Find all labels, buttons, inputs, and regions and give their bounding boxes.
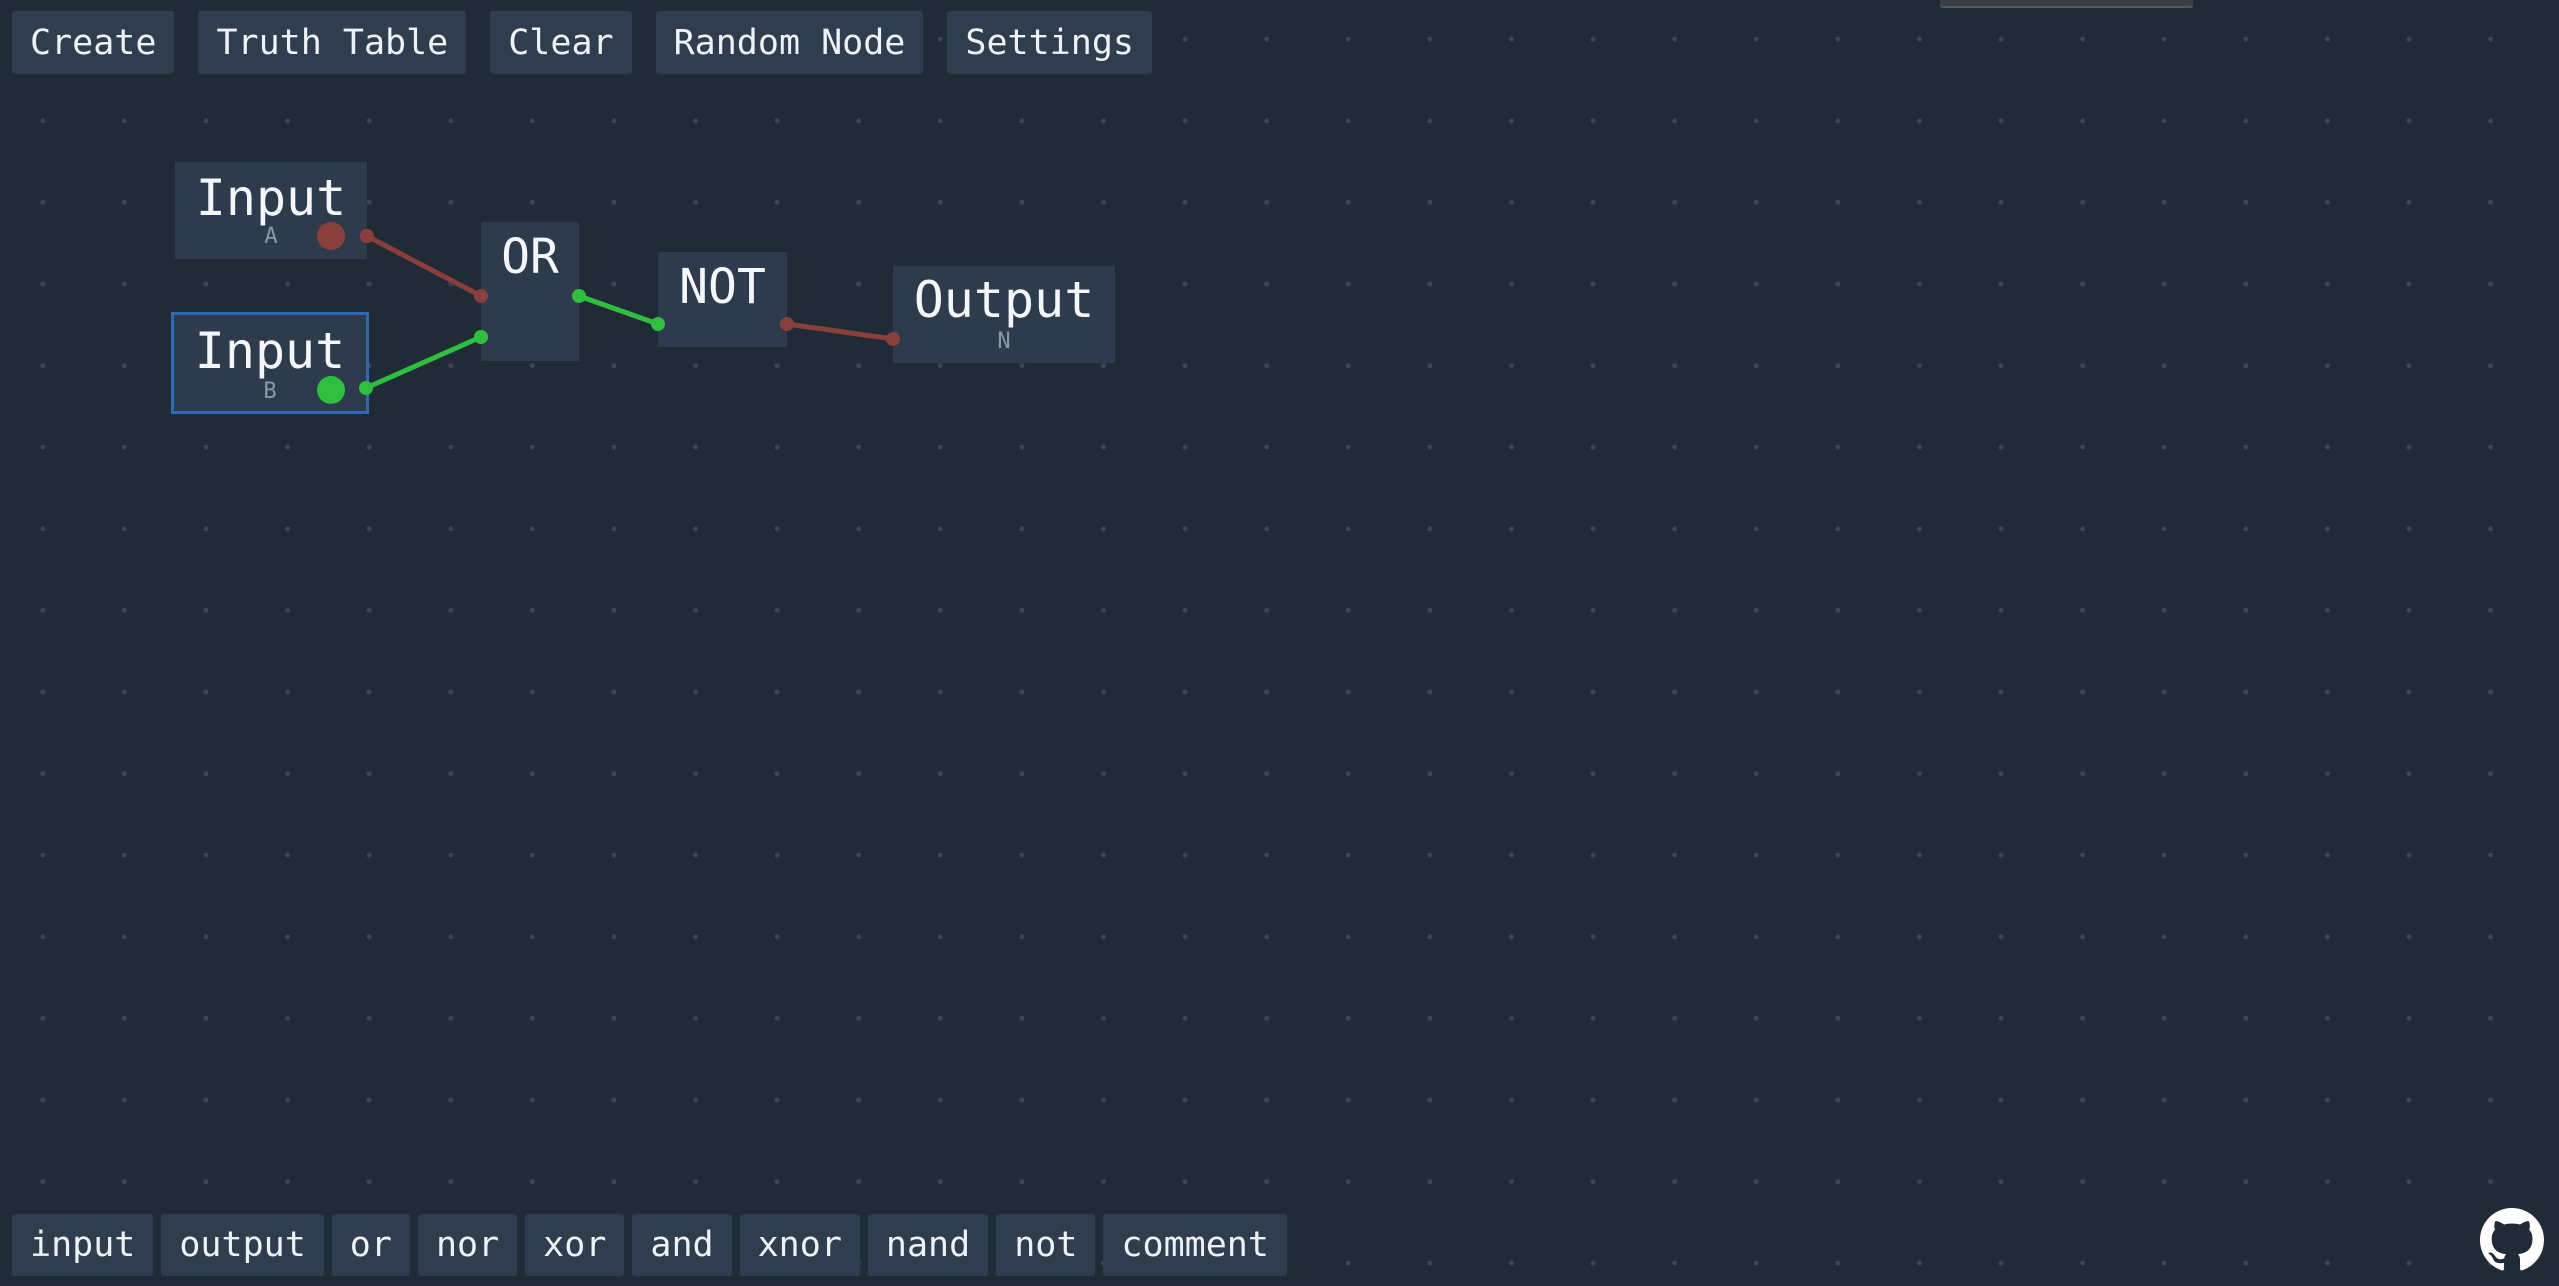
input-node-title: Input [195, 169, 347, 227]
output-node-title: Output [913, 271, 1095, 329]
wire-b-to-or[interactable] [363, 334, 484, 391]
or-gate-title: OR [501, 229, 559, 285]
wire-or-to-not[interactable] [576, 293, 661, 327]
wires-layer [363, 233, 896, 391]
add-comment-button[interactable]: comment [1103, 1214, 1287, 1276]
add-xnor-button[interactable]: xnor [739, 1214, 860, 1276]
clear-button[interactable]: Clear [490, 11, 632, 74]
random-node-button[interactable]: Random Node [655, 11, 924, 74]
input-toggle[interactable] [317, 222, 345, 250]
output-node-label: N [997, 329, 1011, 354]
add-or-button[interactable]: or [331, 1214, 410, 1276]
not-gate-node[interactable]: NOT [658, 252, 787, 347]
or-gate-node[interactable]: OR [481, 222, 579, 361]
pins-layer [359, 229, 900, 395]
add-xor-button[interactable]: xor [525, 1214, 625, 1276]
truth-table-button[interactable]: Truth Table [198, 11, 467, 74]
add-not-button[interactable]: not [996, 1214, 1096, 1276]
input-node-a[interactable]: Input A [175, 162, 367, 259]
node-palette: input output or nor xor and xnor nand no… [12, 1214, 1287, 1276]
add-output-button[interactable]: output [161, 1214, 324, 1276]
wire-a-to-or[interactable] [364, 233, 484, 299]
input-node-b[interactable]: Input B [171, 312, 369, 414]
add-nand-button[interactable]: nand [867, 1214, 989, 1276]
output-node[interactable]: Output N [893, 266, 1115, 363]
add-nor-button[interactable]: nor [417, 1214, 518, 1276]
toolbar: Create Truth Table Clear Random Node Set… [12, 11, 1152, 74]
wire-not-to-output[interactable] [784, 321, 896, 342]
top-overlay-strip [1940, 0, 2193, 8]
input-node-title: Input [194, 322, 346, 380]
settings-button[interactable]: Settings [947, 11, 1152, 74]
create-button[interactable]: Create [12, 11, 175, 74]
github-icon[interactable] [2480, 1208, 2544, 1272]
add-and-button[interactable]: and [632, 1214, 732, 1276]
input-toggle[interactable] [317, 376, 345, 404]
not-gate-title: NOT [679, 259, 766, 315]
add-input-button[interactable]: input [12, 1214, 154, 1276]
